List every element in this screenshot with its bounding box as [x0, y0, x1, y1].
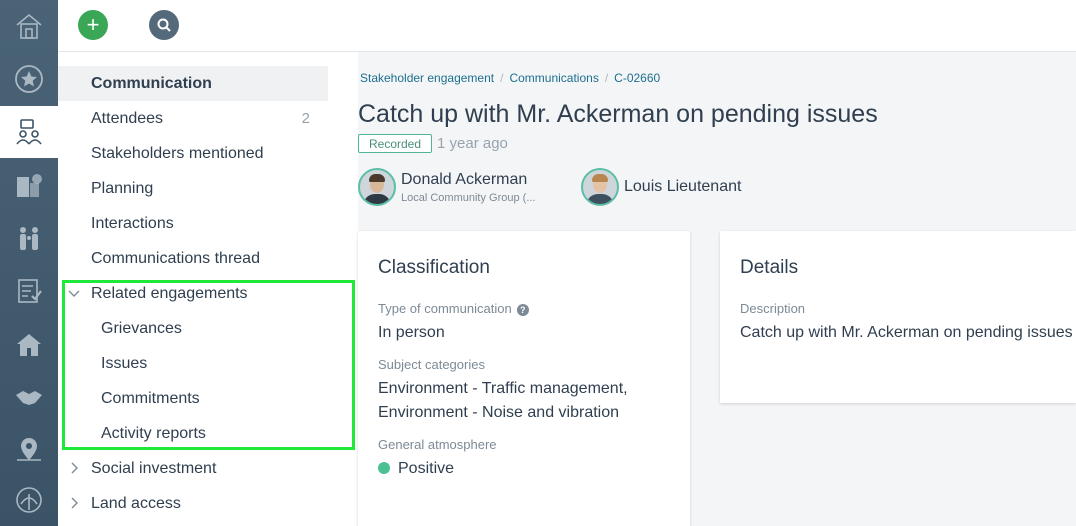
rail-land[interactable] — [0, 474, 58, 526]
page-title: Catch up with Mr. Ackerman on pending is… — [358, 100, 878, 128]
breadcrumb-record-id[interactable]: C-02660 — [614, 71, 660, 85]
subject-categories-label: Subject categories — [378, 357, 485, 372]
general-atmosphere-value: Positive — [378, 457, 454, 481]
nav-label: Activity reports — [101, 424, 206, 442]
person-organization: Local Community Group (... — [401, 191, 536, 204]
rail-checklist[interactable] — [0, 265, 58, 317]
rail-favorites[interactable] — [0, 53, 58, 105]
nav-land-access[interactable]: Land access — [58, 486, 328, 521]
breadcrumb-separator: / — [604, 71, 609, 85]
rail-stakeholder-engagement[interactable] — [0, 106, 58, 158]
person-name: Louis Lieutenant — [624, 178, 742, 195]
person-donald-ackerman[interactable]: Donald Ackerman Local Community Group (.… — [358, 168, 536, 206]
map-pin-icon — [17, 438, 41, 461]
nav-issues[interactable]: Issues — [58, 346, 328, 381]
nav-activity-reports[interactable]: Activity reports — [58, 416, 328, 451]
search-button[interactable] — [149, 10, 179, 40]
nav-communications-thread[interactable]: Communications thread — [58, 241, 328, 276]
chevron-right-icon — [71, 497, 78, 509]
nav-label: Attendees — [91, 109, 164, 127]
description-label: Description — [740, 301, 806, 316]
rail-community[interactable] — [0, 318, 58, 370]
handshake-icon — [16, 391, 42, 405]
top-bar: + — [58, 0, 1076, 52]
breadcrumb-communications[interactable]: Communications — [509, 71, 598, 85]
general-atmosphere-label: General atmosphere — [378, 437, 497, 452]
nav-attendees[interactable]: Attendees 2 — [58, 101, 328, 136]
rail-home[interactable] — [0, 0, 58, 52]
card-title: Classification — [378, 257, 490, 278]
plus-icon: + — [86, 12, 100, 37]
person-louis-lieutenant[interactable]: Louis Lieutenant — [581, 168, 741, 206]
nav-label: Issues — [101, 354, 148, 372]
nav-label: Interactions — [91, 214, 174, 232]
app-rail — [0, 0, 58, 526]
description-value: Catch up with Mr. Ackerman on pending is… — [740, 324, 1073, 341]
nav-label: Communications thread — [91, 249, 260, 267]
nav-label: Communication — [91, 74, 212, 92]
nav-label: Stakeholders mentioned — [91, 144, 264, 162]
subject-category: Environment - Noise and vibration — [378, 404, 620, 421]
time-ago: 1 year ago — [437, 135, 508, 152]
nav-label: Grievances — [101, 319, 182, 337]
stakeholder-engagement-icon — [16, 119, 42, 145]
type-of-communication-label: Type of communication? — [378, 301, 529, 316]
positive-status-dot — [378, 462, 390, 474]
chevron-down-icon — [68, 290, 80, 297]
rail-handshake[interactable] — [0, 371, 58, 423]
home-icon — [16, 13, 42, 39]
nav-label: Commitments — [101, 389, 200, 407]
type-of-communication-value: In person — [378, 324, 445, 341]
subject-categories-value: Environment - Traffic management, Enviro… — [378, 377, 628, 425]
atmosphere-text: Positive — [398, 460, 455, 477]
nav-commitments[interactable]: Commitments — [58, 381, 328, 416]
nav-communication[interactable]: Communication — [58, 66, 328, 101]
checklist-icon — [18, 279, 42, 303]
community-icon — [17, 334, 41, 356]
add-button[interactable]: + — [78, 10, 108, 40]
field-label-text: Type of communication — [378, 301, 512, 316]
attendees-count: 2 — [301, 110, 310, 127]
breadcrumb-stakeholder-engagement[interactable]: Stakeholder engagement — [360, 71, 494, 85]
nav-related-engagements[interactable]: Related engagements — [58, 276, 328, 311]
search-icon — [157, 18, 171, 32]
rail-map[interactable] — [0, 424, 58, 476]
rail-buildings[interactable] — [0, 159, 58, 211]
chevron-right-icon — [71, 462, 78, 474]
nav-label: Planning — [91, 179, 154, 197]
person-name: Donald Ackerman — [401, 170, 528, 188]
nav-social-investment[interactable]: Social investment — [58, 451, 328, 486]
subject-category: Environment - Traffic management, — [378, 380, 628, 397]
buildings-icon — [17, 174, 42, 197]
land-icon — [16, 487, 42, 513]
rail-people[interactable] — [0, 212, 58, 264]
nav-stakeholders-mentioned[interactable]: Stakeholders mentioned — [58, 136, 328, 171]
nav-interactions[interactable]: Interactions — [58, 206, 328, 241]
nav-planning[interactable]: Planning — [58, 171, 328, 206]
avatar — [358, 168, 396, 206]
breadcrumb-separator: / — [500, 71, 504, 85]
card-title: Details — [740, 257, 799, 278]
record-sections-nav: Communication Attendees 2 Stakeholders m… — [58, 52, 358, 526]
details-card: Details Description Catch up with Mr. Ac… — [720, 231, 1076, 403]
avatar — [581, 168, 619, 206]
nav-label: Land access — [91, 494, 181, 512]
classification-card: Classification Type of communication? In… — [358, 231, 690, 526]
star-icon — [15, 65, 43, 93]
main-content: Stakeholder engagement / Communications … — [358, 52, 1076, 526]
nav-label: Social investment — [91, 459, 217, 477]
help-icon[interactable]: ? — [516, 303, 529, 316]
status-badge: Recorded — [358, 134, 433, 153]
breadcrumb: Stakeholder engagement / Communications … — [360, 71, 660, 85]
nav-grievances[interactable]: Grievances — [58, 311, 328, 346]
people-icon — [20, 227, 38, 250]
nav-label: Related engagements — [91, 284, 248, 302]
